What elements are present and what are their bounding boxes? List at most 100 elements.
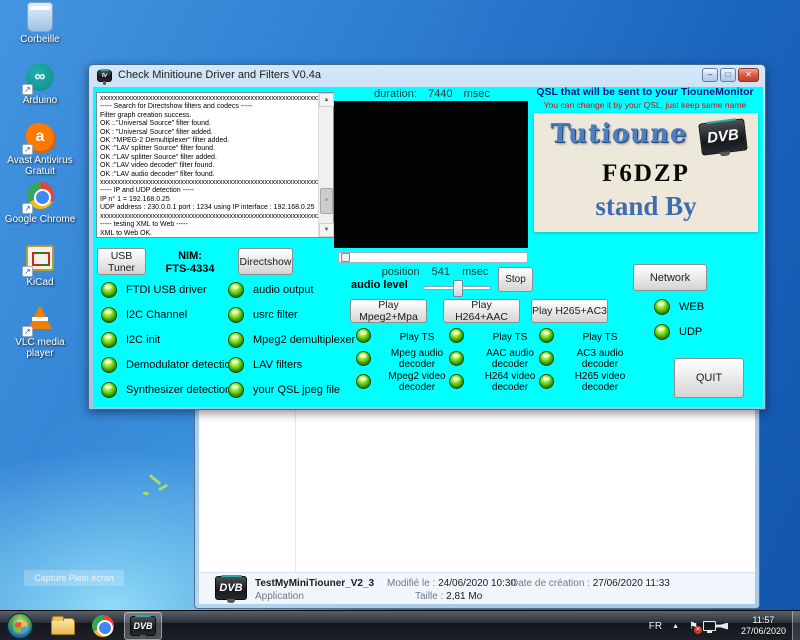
duration-readout: duration: 7440 msec bbox=[339, 88, 525, 100]
show-desktop-button[interactable] bbox=[792, 611, 800, 640]
audio-level-slider[interactable] bbox=[423, 286, 491, 290]
app-window: tv Check Minitioune Driver and Filters V… bbox=[88, 64, 766, 410]
file-name: TestMyMiniTiouner_V2_3 bbox=[255, 578, 374, 589]
desktop-icon-arduino[interactable]: ∞ ↗ Arduino bbox=[2, 62, 78, 106]
led-green-icon bbox=[101, 282, 117, 298]
led-label: Mpeg audio decoder bbox=[374, 348, 460, 370]
led-row-usrc-filter: usrc filter bbox=[228, 306, 298, 323]
dvb-logo-icon: DVB bbox=[698, 118, 748, 155]
duration-unit: msec bbox=[464, 88, 490, 100]
led-label: your QSL jpeg file bbox=[253, 384, 340, 396]
clock-time: 11:57 bbox=[741, 615, 786, 626]
language-indicator[interactable]: FR bbox=[649, 621, 662, 632]
shortcut-arrow-icon: ↗ bbox=[22, 326, 33, 337]
led-green-icon bbox=[228, 307, 244, 323]
qsl-brand-text: Tutioune bbox=[549, 119, 688, 149]
qsl-header: QSL that will be sent to your TiouneMoni… bbox=[529, 86, 761, 98]
led-green-icon bbox=[101, 357, 117, 373]
dvb-app-icon: DVB bbox=[130, 616, 156, 636]
volume-icon[interactable] bbox=[716, 623, 728, 630]
led-green-icon bbox=[228, 382, 244, 398]
start-button[interactable] bbox=[7, 613, 33, 639]
position-slider[interactable] bbox=[338, 252, 528, 263]
qsl-status-text: stand By bbox=[534, 191, 758, 222]
audio-level-thumb[interactable] bbox=[453, 280, 463, 297]
taskbar-explorer-button[interactable] bbox=[44, 612, 82, 640]
play-h265-button[interactable]: Play H265+AC3 bbox=[531, 299, 608, 323]
nim-readout: NIM: FTS-4334 bbox=[151, 250, 229, 276]
created-label: Date de création : bbox=[511, 578, 590, 589]
position-slider-thumb[interactable] bbox=[341, 253, 350, 262]
explorer-pane-divider[interactable] bbox=[295, 407, 296, 572]
stop-button[interactable]: Stop bbox=[498, 267, 533, 292]
file-size: Taille : 2,81 Mo bbox=[415, 591, 482, 602]
desktop-icon-recycle-bin[interactable]: Corbeille bbox=[2, 2, 78, 45]
desktop-icon-label: Arduino bbox=[2, 95, 78, 106]
desktop-icon-chrome[interactable]: ↗ Google Chrome bbox=[2, 181, 78, 225]
led-row-mpeg2-demux: Mpeg2 demultiplexer bbox=[228, 331, 355, 348]
minimize-button[interactable]: – bbox=[702, 68, 718, 82]
led-row-demodulator: Demodulator detection bbox=[101, 356, 237, 373]
network-tray-icon[interactable] bbox=[703, 621, 716, 631]
led-label: Mpeg2 demultiplexer bbox=[253, 334, 355, 346]
desktop-icon-label: VLC media player bbox=[2, 337, 78, 359]
desktop-icon-label: KiCad bbox=[2, 277, 78, 288]
duration-label: duration: bbox=[374, 88, 417, 100]
nim-value: FTS-4334 bbox=[151, 263, 229, 276]
folder-icon bbox=[51, 618, 75, 635]
quit-button[interactable]: QUIT bbox=[674, 358, 744, 398]
modified-label: Modifié le : bbox=[387, 578, 435, 589]
desktop-icon-avast[interactable]: a ↗ Avast Antivirus Gratuit bbox=[2, 122, 78, 177]
led-green-icon bbox=[101, 307, 117, 323]
created-value: 27/06/2020 11:33 bbox=[593, 578, 670, 589]
action-center-flag-icon[interactable]: ⚑ bbox=[689, 621, 698, 632]
file-type: Application bbox=[255, 591, 304, 602]
size-value: 2,81 Mo bbox=[446, 591, 482, 602]
desktop-icon-kicad[interactable]: ↗ KiCad bbox=[2, 243, 78, 288]
maximize-button[interactable]: □ bbox=[720, 68, 736, 82]
led-green-icon bbox=[539, 374, 554, 389]
led-label: AC3 audio decoder bbox=[557, 348, 643, 370]
led-label: UDP bbox=[679, 326, 702, 338]
directshow-button[interactable]: Directshow bbox=[238, 248, 293, 275]
title-bar[interactable]: tv Check Minitioune Driver and Filters V… bbox=[89, 65, 765, 87]
capture-fullscreen-button[interactable]: Capture Plein écran bbox=[24, 570, 124, 586]
led-label: audio output bbox=[253, 284, 314, 296]
scrollbar-thumb[interactable]: ≡ bbox=[320, 188, 333, 214]
position-label: position bbox=[382, 266, 420, 278]
qsl-callsign: F6DZP bbox=[534, 160, 758, 188]
play-h264-button[interactable]: Play H264+AAC bbox=[443, 299, 520, 323]
desktop-icon-vlc[interactable]: ↗ VLC media player bbox=[2, 303, 78, 359]
led-green-icon bbox=[356, 328, 371, 343]
taskbar-chrome-button[interactable] bbox=[84, 612, 122, 640]
network-button[interactable]: Network bbox=[633, 264, 707, 291]
app-window-icon: tv bbox=[97, 70, 112, 82]
tray-expand-icon[interactable]: ▲ bbox=[672, 623, 679, 630]
nim-label: NIM: bbox=[151, 250, 229, 263]
play-mpeg2-button[interactable]: Play Mpeg2+Mpa bbox=[350, 299, 427, 323]
taskbar-clock[interactable]: 11:57 27/06/2020 bbox=[741, 615, 786, 637]
qsl-subheader: You can change it by your QSL, just keep… bbox=[529, 100, 761, 110]
led-green-icon bbox=[356, 374, 371, 389]
window-title: Check Minitioune Driver and Filters V0.4… bbox=[118, 69, 321, 81]
led-label: WEB bbox=[679, 301, 704, 313]
scroll-down-icon[interactable]: ▼ bbox=[319, 223, 334, 237]
led-row-i2c-init: I2C init bbox=[101, 331, 160, 348]
scroll-up-icon[interactable]: ▲ bbox=[319, 93, 334, 107]
led-green-icon bbox=[228, 357, 244, 373]
taskbar-dvb-app-button[interactable]: DVB bbox=[124, 612, 162, 640]
led-label: I2C init bbox=[126, 334, 160, 346]
shortcut-arrow-icon: ↗ bbox=[22, 266, 33, 277]
led-green-icon bbox=[449, 374, 464, 389]
log-scrollbar[interactable]: ▲ ≡ ▼ bbox=[318, 93, 333, 237]
led-green-icon bbox=[539, 328, 554, 343]
windows-flag-icon bbox=[15, 621, 27, 632]
led-row-ftdi: FTDI USB driver bbox=[101, 281, 207, 298]
log-output[interactable]: xxxxxxxxxxxxxxxxxxxxxxxxxxxxxxxxxxxxxxxx… bbox=[96, 92, 334, 238]
led-green-icon bbox=[228, 282, 244, 298]
close-button[interactable]: ✕ bbox=[738, 68, 759, 82]
explorer-file-area[interactable] bbox=[199, 407, 755, 572]
usb-tuner-button[interactable]: USB Tuner bbox=[97, 248, 146, 275]
position-unit: msec bbox=[462, 266, 488, 278]
shortcut-arrow-icon: ↗ bbox=[22, 144, 33, 155]
